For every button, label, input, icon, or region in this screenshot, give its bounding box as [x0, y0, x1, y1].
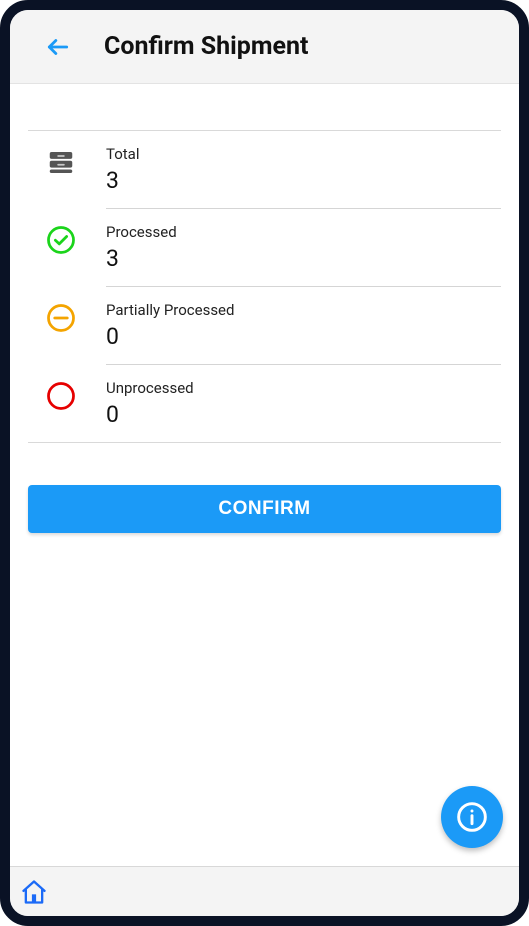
partial-label: Partially Processed: [106, 301, 501, 319]
summary-list: Total 3 Processed 3: [28, 130, 501, 443]
confirm-button[interactable]: CONFIRM: [28, 485, 501, 533]
processed-label: Processed: [106, 223, 501, 241]
back-button[interactable]: [38, 27, 78, 67]
empty-circle-icon: [46, 381, 76, 411]
minus-circle-icon: [46, 303, 76, 333]
partial-value: 0: [106, 323, 501, 350]
total-value: 3: [106, 167, 501, 194]
summary-row-partial: Partially Processed 0: [28, 287, 501, 365]
header: Confirm Shipment: [10, 10, 519, 84]
arrow-left-icon: [45, 34, 71, 60]
home-button[interactable]: [16, 874, 52, 910]
home-icon: [20, 878, 48, 906]
content: Total 3 Processed 3: [10, 84, 519, 866]
bottom-bar: [10, 866, 519, 916]
inbox-icon: [46, 147, 76, 177]
summary-row-unprocessed: Unprocessed 0: [28, 365, 501, 442]
unprocessed-value: 0: [106, 401, 501, 428]
total-label: Total: [106, 145, 501, 163]
summary-row-total: Total 3: [28, 131, 501, 209]
page-title: Confirm Shipment: [104, 32, 308, 61]
processed-value: 3: [106, 245, 501, 272]
info-fab[interactable]: [441, 786, 503, 848]
check-circle-icon: [46, 225, 76, 255]
unprocessed-label: Unprocessed: [106, 379, 501, 397]
info-icon: [456, 801, 488, 833]
summary-row-processed: Processed 3: [28, 209, 501, 287]
